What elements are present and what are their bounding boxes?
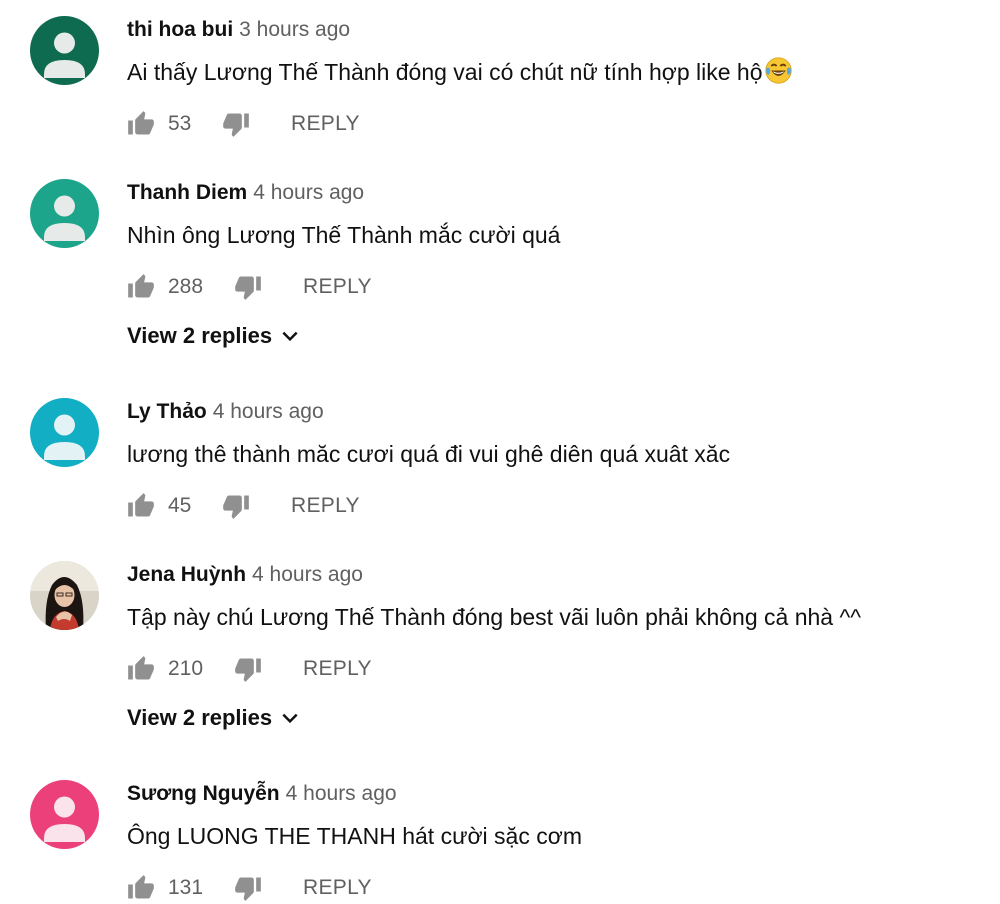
comment-timestamp[interactable]: 4 hours ago xyxy=(286,782,397,805)
thumbs-up-icon[interactable] xyxy=(127,492,155,520)
comment-timestamp[interactable]: 4 hours ago xyxy=(253,181,364,204)
comment-text: Nhìn ông Lương Thế Thành mắc cười quá xyxy=(127,222,561,248)
author-name[interactable]: Thanh Diem xyxy=(127,181,247,204)
avatar[interactable] xyxy=(30,179,99,248)
default-avatar-icon xyxy=(30,179,99,248)
like-count: 45 xyxy=(168,494,192,517)
comment-timestamp[interactable]: 4 hours ago xyxy=(213,400,324,423)
comment-timestamp[interactable]: 3 hours ago xyxy=(239,18,350,41)
default-avatar-icon xyxy=(30,398,99,467)
thumbs-down-icon[interactable] xyxy=(222,492,250,520)
author-name[interactable]: Ly Thảo xyxy=(127,400,207,423)
like-count: 288 xyxy=(168,275,204,298)
view-replies-label: View 2 replies xyxy=(127,705,273,730)
comment-text: Ông LUONG THE THANH hát cười sặc cơm xyxy=(127,823,582,849)
avatar[interactable] xyxy=(30,780,99,849)
thumbs-down-icon[interactable] xyxy=(234,655,262,683)
reply-button[interactable]: REPLY xyxy=(303,273,372,301)
comment-timestamp[interactable]: 4 hours ago xyxy=(252,563,363,586)
view-replies-button[interactable]: View 2 replies xyxy=(127,703,300,733)
thumbs-up-icon[interactable] xyxy=(127,110,155,138)
comment-text: Tập này chú Lương Thế Thành đóng best vã… xyxy=(127,604,862,630)
chevron-down-icon xyxy=(282,331,298,342)
thumbs-up-icon[interactable] xyxy=(127,273,155,301)
avatar[interactable] xyxy=(30,561,99,630)
comment-header: Jena Huỳnh 4 hours ago xyxy=(127,562,363,588)
reply-button[interactable]: REPLY xyxy=(303,655,372,683)
view-replies-button[interactable]: View 2 replies xyxy=(127,321,300,351)
reply-button[interactable]: REPLY xyxy=(303,874,372,902)
comment-header: Thanh Diem 4 hours ago xyxy=(127,180,364,206)
reply-button[interactable]: REPLY xyxy=(291,110,360,138)
comment-header: Ly Thảo 4 hours ago xyxy=(127,399,324,425)
avatar[interactable] xyxy=(30,398,99,467)
profile-photo xyxy=(30,561,99,630)
comment-body: Ai thấy Lương Thế Thành đóng vai có chút… xyxy=(127,59,763,85)
comment-text: Ai thấy Lương Thế Thành đóng vai có chút… xyxy=(127,56,793,86)
default-avatar-icon xyxy=(30,780,99,849)
face-with-tears-of-joy-icon xyxy=(764,57,792,84)
thumbs-up-icon[interactable] xyxy=(127,874,155,902)
thumbs-down-icon[interactable] xyxy=(234,273,262,301)
author-name[interactable]: thi hoa bui xyxy=(127,18,233,41)
comment-header: thi hoa bui 3 hours ago xyxy=(127,17,350,43)
avatar[interactable] xyxy=(30,16,99,85)
like-count: 53 xyxy=(168,112,192,135)
author-name[interactable]: Sương Nguyễn xyxy=(127,782,280,805)
like-count: 131 xyxy=(168,876,204,899)
default-avatar-icon xyxy=(30,16,99,85)
comment-text: lương thê thành măc cươi quá đi vui ghê … xyxy=(127,441,731,467)
comment-header: Sương Nguyễn 4 hours ago xyxy=(127,781,397,807)
reply-button[interactable]: REPLY xyxy=(291,492,360,520)
thumbs-up-icon[interactable] xyxy=(127,655,155,683)
thumbs-down-icon[interactable] xyxy=(234,874,262,902)
like-count: 210 xyxy=(168,657,204,680)
thumbs-down-icon[interactable] xyxy=(222,110,250,138)
chevron-down-icon xyxy=(282,713,298,724)
author-name[interactable]: Jena Huỳnh xyxy=(127,563,246,586)
view-replies-label: View 2 replies xyxy=(127,323,273,348)
